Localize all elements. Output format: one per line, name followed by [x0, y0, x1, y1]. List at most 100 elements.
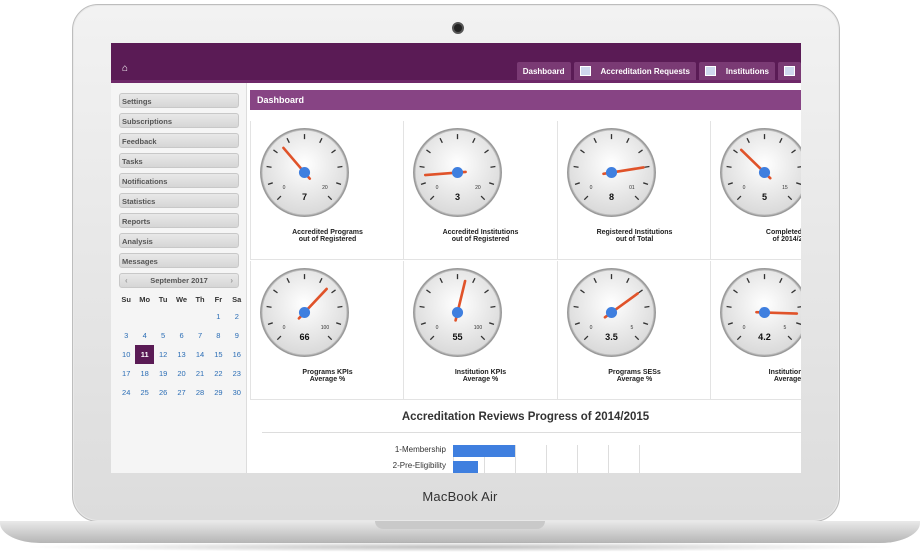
calendar-day [172, 307, 191, 326]
prev-month-icon[interactable]: ‹ [125, 276, 128, 285]
chart-category-label: 2-Pre-Eligibility [392, 461, 446, 470]
calendar-day[interactable]: 21 [191, 364, 209, 383]
gauge-dial: 0 100 66 [260, 268, 349, 357]
calendar-day[interactable]: 4 [135, 326, 154, 345]
calendar-weekday: Mo [139, 294, 151, 304]
calendar-day[interactable]: 22 [209, 364, 227, 383]
gauge-label-line1: Programs KPIs [302, 369, 353, 376]
sidebar-item-messages[interactable]: Messages [119, 253, 239, 268]
gauge-min: 0 [283, 185, 286, 191]
tab-more[interactable] [778, 62, 801, 80]
calendar-day[interactable]: 14 [191, 345, 209, 364]
gauge-dial: 0 5 3.5 [567, 268, 656, 357]
calendar-day[interactable]: 6 [172, 326, 191, 345]
gauge-card: 0 20 7 Accredited Programs out of Regist… [250, 121, 404, 260]
sidebar-item-settings[interactable]: Settings [119, 93, 239, 108]
next-month-icon[interactable]: › [230, 276, 233, 285]
calendar-day[interactable]: 12 [154, 345, 172, 364]
bar-chart [453, 445, 640, 473]
calendar-day[interactable]: 18 [135, 364, 154, 383]
gauge-label-line2: Average % [616, 376, 653, 383]
gauge-min: 0 [743, 185, 746, 191]
gauge-dial: 0 15 5 [720, 128, 801, 217]
calendar-day[interactable]: 17 [117, 364, 135, 383]
calendar-day[interactable]: 2 [228, 307, 246, 326]
top-bar: ⌂ Dashboard Accreditation Requests Insti… [111, 43, 801, 83]
gauge-max: 20 [475, 185, 481, 191]
calendar-day [135, 307, 154, 326]
gauge-label-line1: Accredited Institutions [442, 229, 519, 236]
top-nav: Dashboard Accreditation Requests Institu… [516, 62, 801, 80]
gauge-min: 0 [436, 185, 439, 191]
gauge-tick [337, 305, 343, 308]
gauge-card: 0 15 5 Completed R of 2014/2 [710, 121, 801, 260]
sidebar-item-tasks[interactable]: Tasks [119, 153, 239, 168]
calendar-weekday: We [175, 294, 188, 304]
calendar-day[interactable]: 24 [117, 383, 135, 402]
calendar-day[interactable]: 1 [209, 307, 227, 326]
sidebar-item-statistics[interactable]: Statistics [119, 193, 239, 208]
calendar-day[interactable]: 11 [135, 345, 154, 364]
laptop-shadow [20, 542, 900, 552]
gauge-card: 0 100 55 Institution KPIs Average % [403, 261, 557, 400]
gauge-label: Registered Institutions out of Total [558, 229, 711, 243]
gauge-label-line2: out of Registered [298, 236, 357, 243]
chart-divider [262, 432, 801, 433]
sidebar-item-analysis[interactable]: Analysis [119, 233, 239, 248]
calendar-weekday: Fr [214, 294, 223, 304]
chart-bar[interactable] [453, 461, 478, 473]
calendar-day[interactable]: 3 [117, 326, 135, 345]
page-title: Dashboard [250, 90, 801, 110]
chart-gridline [608, 445, 609, 473]
gauge-dial: 0 01 8 [567, 128, 656, 217]
gauge-tick [644, 165, 650, 168]
gauge-min: 0 [743, 325, 746, 331]
chart-gridline [639, 445, 640, 473]
calendar-day[interactable]: 7 [191, 326, 209, 345]
sidebar-item-notifications[interactable]: Notifications [119, 173, 239, 188]
calendar-day[interactable]: 15 [209, 345, 227, 364]
gauge-label: Accredited Institutions out of Registere… [404, 229, 557, 243]
sidebar-item-feedback[interactable]: Feedback [119, 133, 239, 148]
calendar-day[interactable]: 19 [154, 364, 172, 383]
gauge-label-line1: Programs SESs [608, 369, 661, 376]
calendar-day[interactable]: 26 [154, 383, 172, 402]
gauge-label-line2: out of Total [615, 236, 654, 243]
gauge-dial: 0 20 3 [413, 128, 502, 217]
calendar-day[interactable]: 13 [172, 345, 191, 364]
gauge-value: 55 [452, 332, 462, 342]
calendar-day[interactable]: 28 [191, 383, 209, 402]
gauge-tick [419, 305, 425, 308]
main-content: Dashboard 0 20 7 Accredited Programs out… [250, 90, 801, 473]
calendar-day[interactable]: 20 [172, 364, 191, 383]
device-brand: MacBook Air [422, 489, 498, 504]
calendar-day[interactable]: 23 [228, 364, 246, 383]
calendar-day[interactable]: 27 [172, 383, 191, 402]
calendar-month: September 2017 [150, 276, 208, 285]
gauge-card: 0 5 4.2 Institutions Average [710, 261, 801, 400]
sidebar-item-subscriptions[interactable]: Subscriptions [119, 113, 239, 128]
tab-label: Institutions [725, 66, 769, 76]
calendar-day[interactable]: 5 [154, 326, 172, 345]
chart-gridline [577, 445, 578, 473]
chart-bar[interactable] [453, 445, 515, 457]
screen: ⌂ Dashboard Accreditation Requests Insti… [111, 43, 801, 473]
gauge-label: Programs KPIs Average % [251, 369, 404, 383]
gauge-hub [605, 306, 618, 319]
calendar-day[interactable]: 9 [228, 326, 246, 345]
camera-icon [452, 22, 464, 34]
tab-institutions[interactable]: Institutions [698, 62, 775, 80]
calendar-day [117, 307, 135, 326]
calendar-day[interactable]: 10 [117, 345, 135, 364]
home-icon[interactable]: ⌂ [122, 63, 128, 74]
tab-dashboard[interactable]: Dashboard [516, 62, 571, 80]
tab-accreditation-requests[interactable]: Accreditation Requests [573, 62, 696, 80]
calendar-day[interactable]: 8 [209, 326, 227, 345]
calendar-day[interactable]: 25 [135, 383, 154, 402]
calendar-day[interactable]: 30 [228, 383, 246, 402]
sidebar-item-reports[interactable]: Reports [119, 213, 239, 228]
calendar-day[interactable]: 29 [209, 383, 227, 402]
gauge-max: 100 [474, 325, 483, 331]
gauge-value: 5 [762, 192, 767, 202]
calendar-day[interactable]: 16 [228, 345, 246, 364]
